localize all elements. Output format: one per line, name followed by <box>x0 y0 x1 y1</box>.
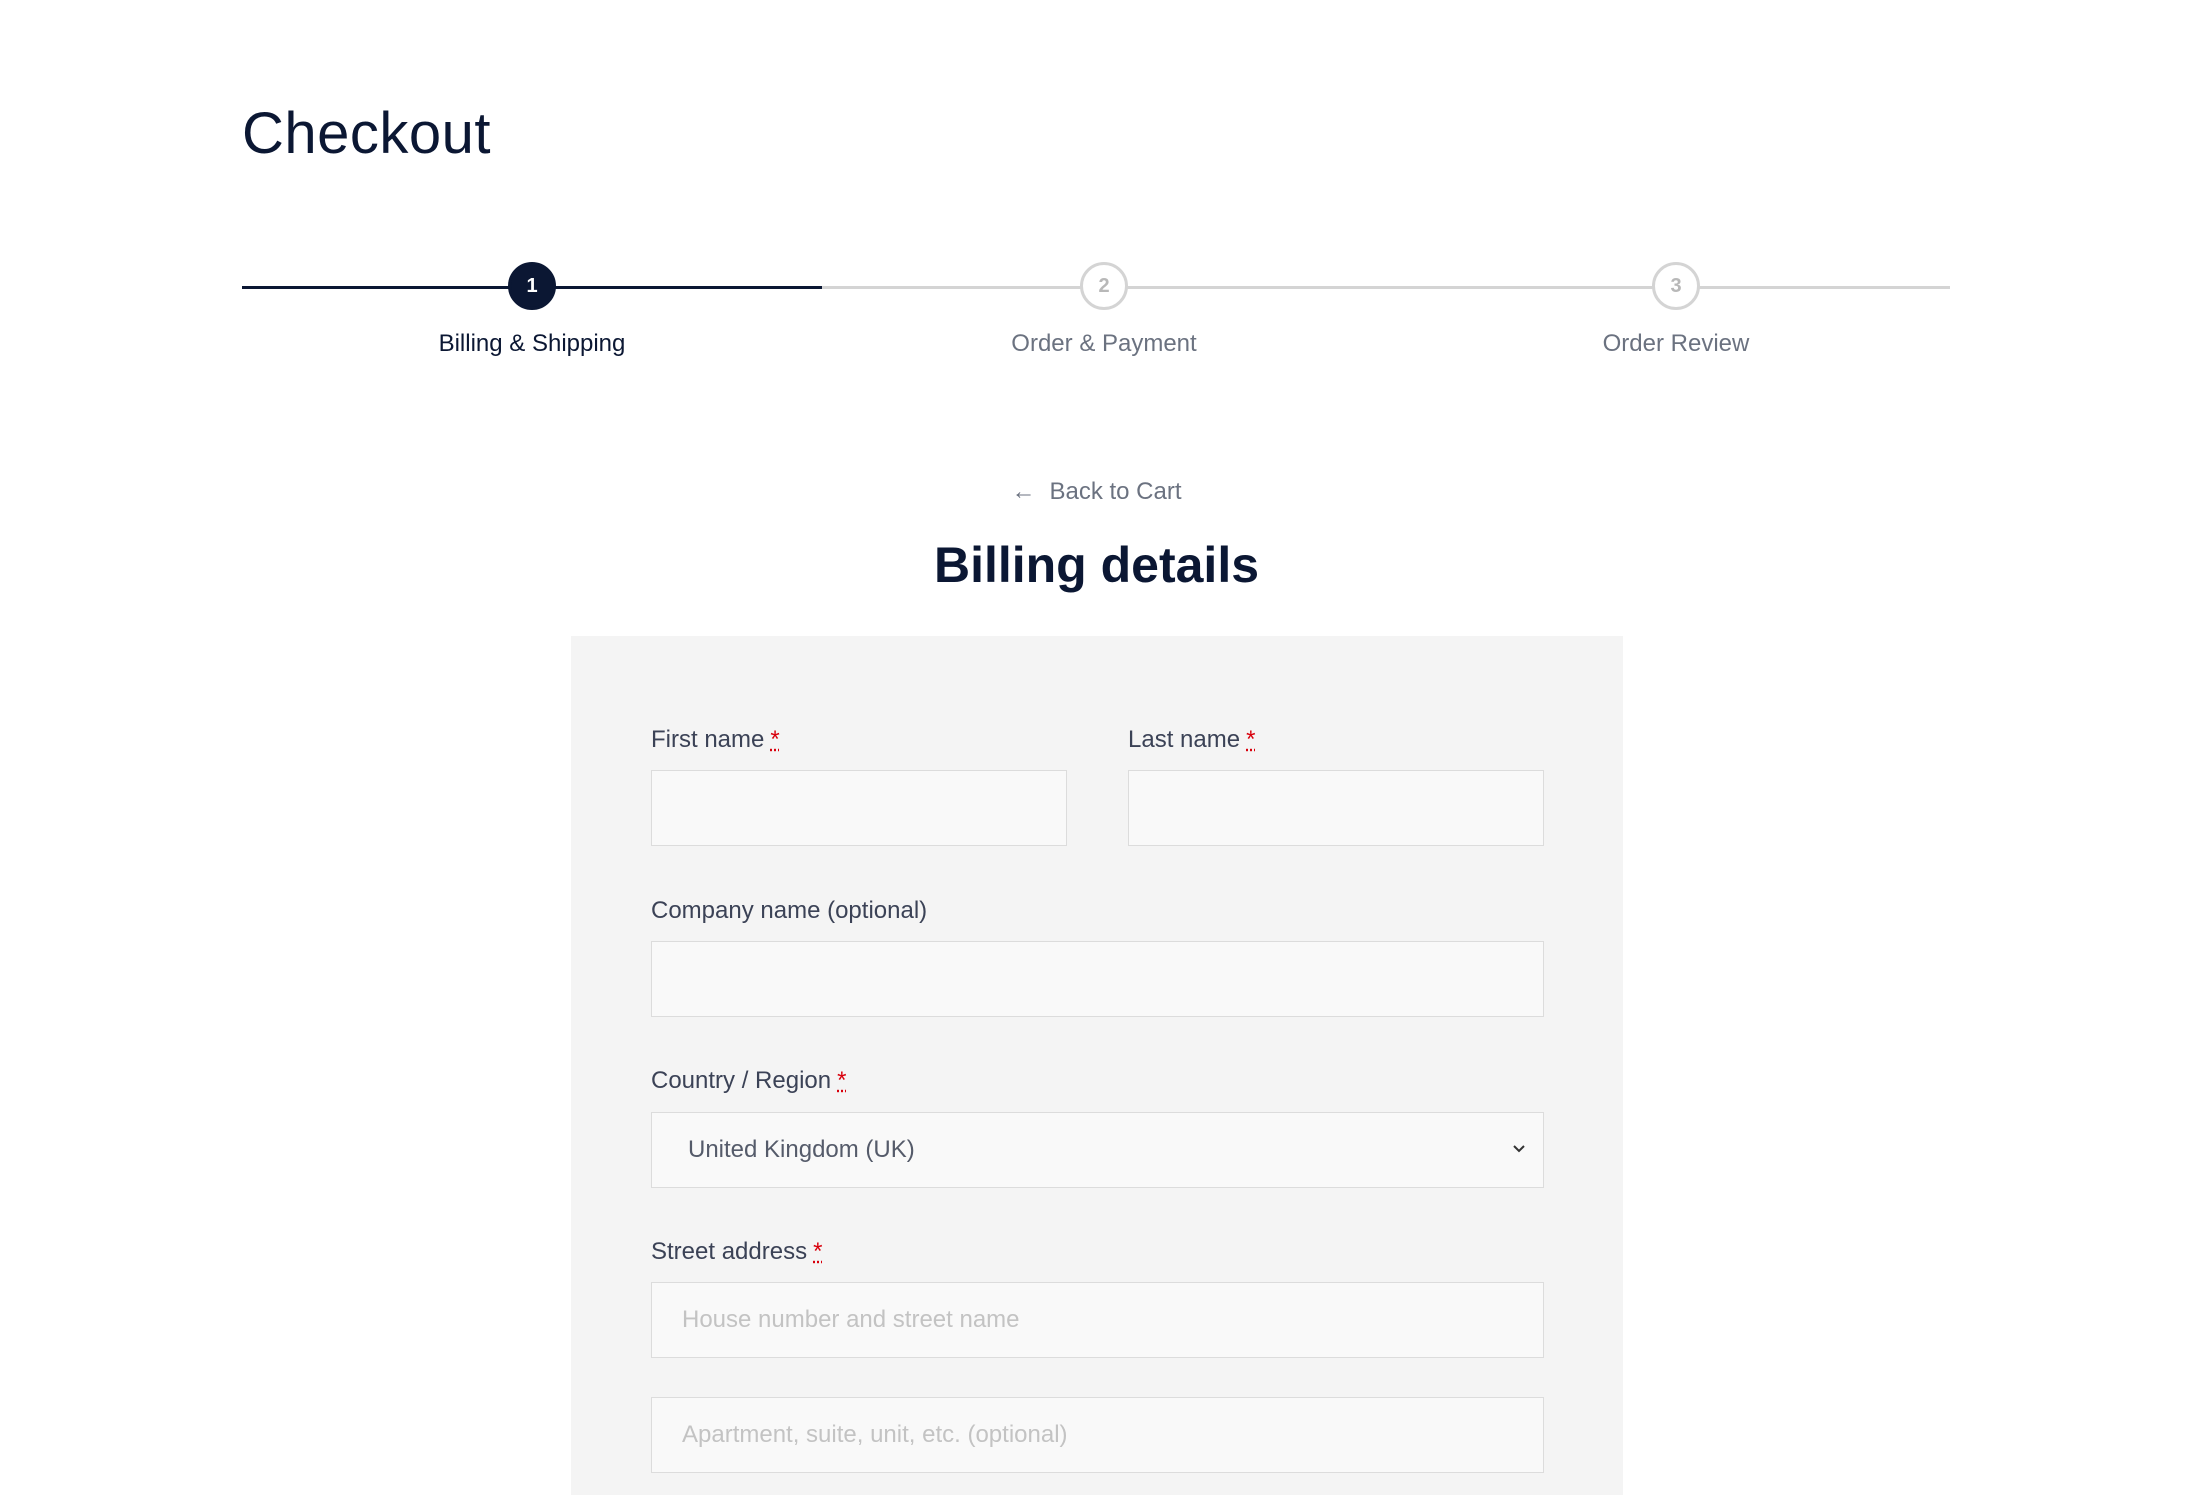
step-1-label: Billing & Shipping <box>438 330 626 357</box>
country-region-select[interactable]: United Kingdom (UK) <box>651 1112 1544 1188</box>
billing-form: First name * Last name * Company name (opt… <box>571 636 1623 1495</box>
back-to-cart-label: Back to Cart <box>1049 478 1182 505</box>
step-2-indicator: 2 <box>1080 262 1128 310</box>
last-name-label: Last name * <box>1128 726 1255 754</box>
step-1-indicator: 1 <box>508 262 556 310</box>
step-3-label: Order Review <box>1602 330 1750 357</box>
step-2-label: Order & Payment <box>1011 330 1197 357</box>
back-to-cart-link[interactable]: ← Back to Cart <box>0 478 2193 506</box>
country-region-label-text: Country / Region <box>651 1067 832 1094</box>
first-name-label-text: First name <box>651 726 765 753</box>
last-name-input[interactable] <box>1128 770 1544 846</box>
billing-details-title: Billing details <box>933 537 1260 593</box>
company-name-label: Company name (optional) <box>651 897 928 924</box>
required-marker: * <box>837 1067 847 1094</box>
country-region-label: Country / Region * <box>651 1067 846 1095</box>
required-marker: * <box>813 1238 823 1265</box>
company-name-input[interactable] <box>651 941 1544 1017</box>
first-name-label: First name * <box>651 726 780 754</box>
last-name-label-text: Last name <box>1128 726 1241 753</box>
page-title: Checkout <box>242 101 492 166</box>
chevron-down-icon <box>1513 1145 1525 1153</box>
required-marker: * <box>770 726 780 753</box>
required-marker: * <box>1246 726 1256 753</box>
arrow-left-icon: ← <box>1011 478 1036 505</box>
street-address-label: Street address * <box>651 1238 822 1266</box>
first-name-input[interactable] <box>651 770 1067 846</box>
step-3-indicator: 3 <box>1652 262 1700 310</box>
stepper-track-remaining <box>822 286 1950 289</box>
street-address-label-text: Street address <box>651 1238 808 1265</box>
street-address-line1-input[interactable] <box>651 1282 1544 1358</box>
checkout-stepper: 1 2 3 Billing & Shipping Order & Payment… <box>242 250 1950 380</box>
country-selected-value: United Kingdom (UK) <box>688 1136 915 1163</box>
street-address-line2-input[interactable] <box>651 1397 1544 1473</box>
